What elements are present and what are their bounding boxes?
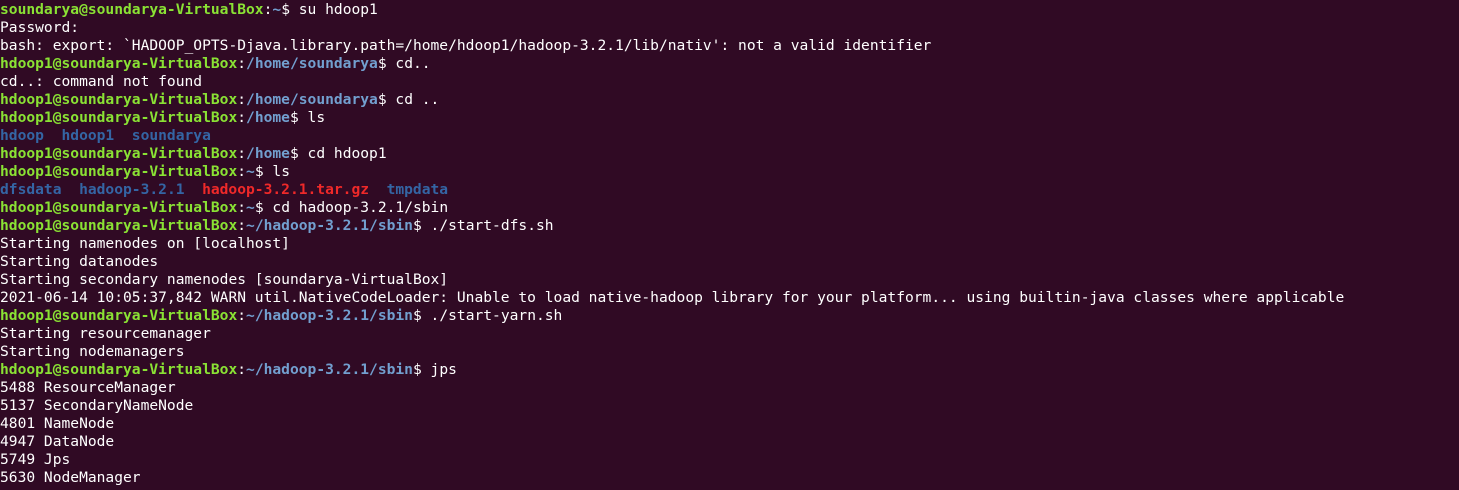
prompt-user-host: hdoop1@soundarya-VirtualBox (0, 361, 238, 378)
output-line: Starting datanodes (0, 253, 1459, 271)
prompt-line: hdoop1@soundarya-VirtualBox:/home/sounda… (0, 91, 1459, 109)
output-line: 5749 Jps (0, 451, 1459, 469)
command-text: ./start-dfs.sh (430, 217, 554, 234)
prompt-user-host: hdoop1@soundarya-VirtualBox (0, 163, 238, 180)
output-line: cd..: command not found (0, 73, 1459, 91)
output-line: 5630 NodeManager (0, 469, 1459, 487)
prompt-dollar: $ (289, 145, 308, 162)
command-text: ls (272, 163, 290, 180)
prompt-colon: : (237, 55, 247, 72)
output-line: Starting secondary namenodes [soundarya-… (0, 271, 1459, 289)
prompt-colon: : (237, 217, 247, 234)
prompt-user-host: hdoop1@soundarya-VirtualBox (0, 217, 238, 234)
output-text: 4947 DataNode (0, 433, 115, 450)
directory-entry: hdoop (0, 127, 44, 144)
output-line: 4801 NameNode (0, 415, 1459, 433)
prompt-line: hdoop1@soundarya-VirtualBox:~/hadoop-3.2… (0, 361, 1459, 379)
directory-entry: tmpdata (386, 181, 449, 198)
output-line: Password: (0, 19, 1459, 37)
output-text: 5137 SecondaryNameNode (0, 397, 194, 414)
output-line: Starting namenodes on [localhost] (0, 235, 1459, 253)
ls-output-line: hdoop hdoop1 soundarya (0, 127, 1459, 145)
prompt-colon: : (237, 307, 247, 324)
prompt-dollar: $ (412, 361, 431, 378)
prompt-colon: : (237, 91, 247, 108)
output-text: 5488 ResourceManager (0, 379, 176, 396)
prompt-dollar: $ (412, 307, 431, 324)
prompt-colon: : (237, 109, 247, 126)
prompt-path: /home (246, 109, 290, 126)
prompt-line: hdoop1@soundarya-VirtualBox:/home/sounda… (0, 55, 1459, 73)
output-line: 2021-06-14 10:05:37,842 WARN util.Native… (0, 289, 1459, 307)
prompt-dollar: $ (377, 55, 396, 72)
prompt-user-host: soundarya@soundarya-VirtualBox (0, 1, 264, 18)
output-text: Starting namenodes on [localhost] (0, 235, 290, 252)
output-text: 2021-06-14 10:05:37,842 WARN util.Native… (0, 289, 1345, 306)
output-text: Starting nodemanagers (0, 343, 185, 360)
prompt-user-host: hdoop1@soundarya-VirtualBox (0, 307, 238, 324)
command-text: cd hadoop-3.2.1/sbin (272, 199, 449, 216)
prompt-dollar: $ (281, 1, 299, 18)
output-line: 5137 SecondaryNameNode (0, 397, 1459, 415)
prompt-colon: : (237, 361, 247, 378)
output-text: 5630 NodeManager (0, 469, 141, 486)
prompt-dollar: $ (412, 217, 431, 234)
prompt-path: /home (246, 145, 290, 162)
prompt-colon: : (237, 145, 247, 162)
terminal-window[interactable]: soundarya@soundarya-VirtualBox:~$ su hdo… (0, 0, 1459, 490)
command-text: jps (430, 361, 457, 378)
prompt-line: hdoop1@soundarya-VirtualBox:/home$ cd hd… (0, 145, 1459, 163)
directory-entry: soundarya (131, 127, 211, 144)
prompt-path: ~/hadoop-3.2.1/sbin (246, 307, 413, 324)
prompt-line: hdoop1@soundarya-VirtualBox:~/hadoop-3.2… (0, 307, 1459, 325)
prompt-path: ~/hadoop-3.2.1/sbin (246, 217, 413, 234)
output-text: Password: (0, 19, 80, 36)
prompt-line: hdoop1@soundarya-VirtualBox:~$ ls (0, 163, 1459, 181)
prompt-user-host: hdoop1@soundarya-VirtualBox (0, 145, 238, 162)
archive-entry: hadoop-3.2.1.tar.gz (202, 181, 370, 198)
command-text: cd.. (395, 55, 431, 72)
prompt-user-host: hdoop1@soundarya-VirtualBox (0, 199, 238, 216)
prompt-user-host: hdoop1@soundarya-VirtualBox (0, 109, 238, 126)
prompt-path: /home/soundarya (246, 91, 378, 108)
output-text: Starting datanodes (0, 253, 159, 270)
output-line: Starting resourcemanager (0, 325, 1459, 343)
command-text: ls (307, 109, 326, 126)
directory-entry: hdoop1 (61, 127, 115, 144)
output-line: Starting nodemanagers (0, 343, 1459, 361)
output-text: bash: export: `HADOOP_OPTS-Djava.library… (0, 37, 932, 54)
prompt-path: ~ (246, 163, 255, 180)
command-text: ./start-yarn.sh (430, 307, 563, 324)
output-text: Starting resourcemanager (0, 325, 211, 342)
prompt-line: soundarya@soundarya-VirtualBox:~$ su hdo… (0, 1, 1459, 19)
prompt-dollar: $ (254, 199, 273, 216)
output-line: 4947 DataNode (0, 433, 1459, 451)
prompt-colon: : (237, 199, 247, 216)
command-text: cd .. (395, 91, 440, 108)
command-text: su hdoop1 (298, 1, 378, 18)
directory-entry: dfsdata (0, 181, 62, 198)
command-text: cd hdoop1 (307, 145, 387, 162)
output-text: 4801 NameNode (0, 415, 115, 432)
prompt-user-host: hdoop1@soundarya-VirtualBox (0, 55, 238, 72)
output-text: Starting secondary namenodes [soundarya-… (0, 271, 449, 288)
prompt-line: hdoop1@soundarya-VirtualBox:~$ cd hadoop… (0, 199, 1459, 217)
output-line: bash: export: `HADOOP_OPTS-Djava.library… (0, 37, 1459, 55)
prompt-line: hdoop1@soundarya-VirtualBox:/home$ ls (0, 109, 1459, 127)
output-line: 5488 ResourceManager (0, 379, 1459, 397)
prompt-path: ~ (246, 199, 255, 216)
ls-output-line: dfsdata hadoop-3.2.1 hadoop-3.2.1.tar.gz tm… (0, 181, 1459, 199)
prompt-path: ~ (272, 1, 282, 18)
prompt-dollar: $ (254, 163, 273, 180)
output-text: 5749 Jps (0, 451, 71, 468)
prompt-path: /home/soundarya (246, 55, 378, 72)
directory-entry: hadoop-3.2.1 (79, 181, 185, 198)
prompt-dollar: $ (377, 91, 396, 108)
output-text: cd..: command not found (0, 73, 203, 90)
prompt-colon: : (237, 163, 247, 180)
prompt-dollar: $ (289, 109, 308, 126)
prompt-path: ~/hadoop-3.2.1/sbin (246, 361, 413, 378)
prompt-user-host: hdoop1@soundarya-VirtualBox (0, 91, 238, 108)
prompt-line: hdoop1@soundarya-VirtualBox:~/hadoop-3.2… (0, 217, 1459, 235)
